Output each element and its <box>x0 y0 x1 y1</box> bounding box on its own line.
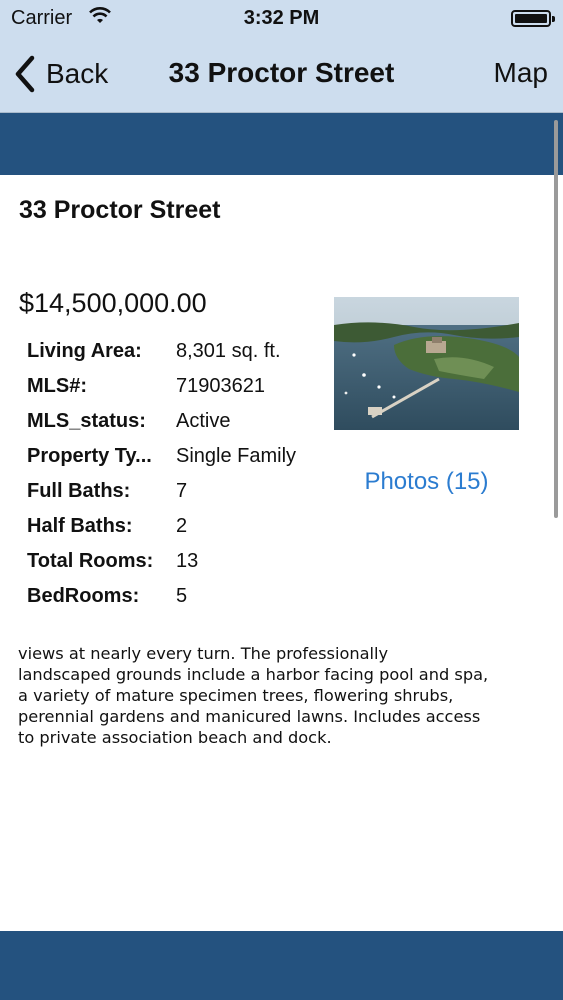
nav-title: 33 Proctor Street <box>168 57 395 88</box>
detail-row-bedrooms: BedRooms: 5 <box>27 585 327 615</box>
detail-label: Total Rooms: <box>27 550 154 572</box>
detail-row-mls-number: MLS#: 71903621 <box>27 375 327 405</box>
listing-price: $14,500,000.00 <box>19 288 207 318</box>
property-photo[interactable] <box>334 297 519 430</box>
detail-label: Property Ty... <box>27 445 152 467</box>
status-bar: Carrier 3:32 PM <box>0 0 563 38</box>
detail-value: 13 <box>176 550 199 572</box>
detail-label: Full Baths: <box>27 480 131 502</box>
detail-value: 71903621 <box>176 375 265 397</box>
aerial-harbor-image <box>334 297 519 430</box>
detail-row-mls-status: MLS_status: Active <box>27 410 327 440</box>
detail-value: 5 <box>176 585 188 607</box>
detail-row-property-type: Property Ty... Single Family <box>27 445 327 475</box>
battery-icon <box>511 10 555 27</box>
detail-value: 2 <box>176 515 188 537</box>
detail-value: Single Family <box>176 445 297 467</box>
detail-row-living-area: Living Area: 8,301 sq. ft. <box>27 340 327 370</box>
photos-link[interactable]: Photos (15) <box>334 468 519 496</box>
detail-label: MLS#: <box>27 375 87 397</box>
navigation-bar: Carrier 3:32 PM Back 33 Proctor Street M… <box>0 0 563 113</box>
header-band <box>0 113 563 175</box>
detail-row-full-baths: Full Baths: 7 <box>27 480 327 510</box>
listing-description: views at nearly every turn. The professi… <box>18 644 489 747</box>
map-button[interactable]: Map <box>494 57 548 89</box>
detail-row-total-rooms: Total Rooms: 13 <box>27 550 327 580</box>
detail-label: BedRooms: <box>27 585 140 607</box>
detail-label: Half Baths: <box>27 515 133 537</box>
detail-value: 8,301 sq. ft. <box>176 340 281 362</box>
detail-row-half-baths: Half Baths: 2 <box>27 515 327 545</box>
listing-detail: 33 Proctor Street $14,500,000.00 Living … <box>0 175 563 931</box>
listing-title: 33 Proctor Street <box>19 196 221 224</box>
detail-label: Living Area: <box>27 340 142 362</box>
footer-band <box>0 931 563 1000</box>
detail-value: 7 <box>176 480 188 502</box>
detail-value: Active <box>176 410 231 432</box>
detail-label: MLS_status: <box>27 410 146 432</box>
clock: 3:32 PM <box>243 7 320 29</box>
